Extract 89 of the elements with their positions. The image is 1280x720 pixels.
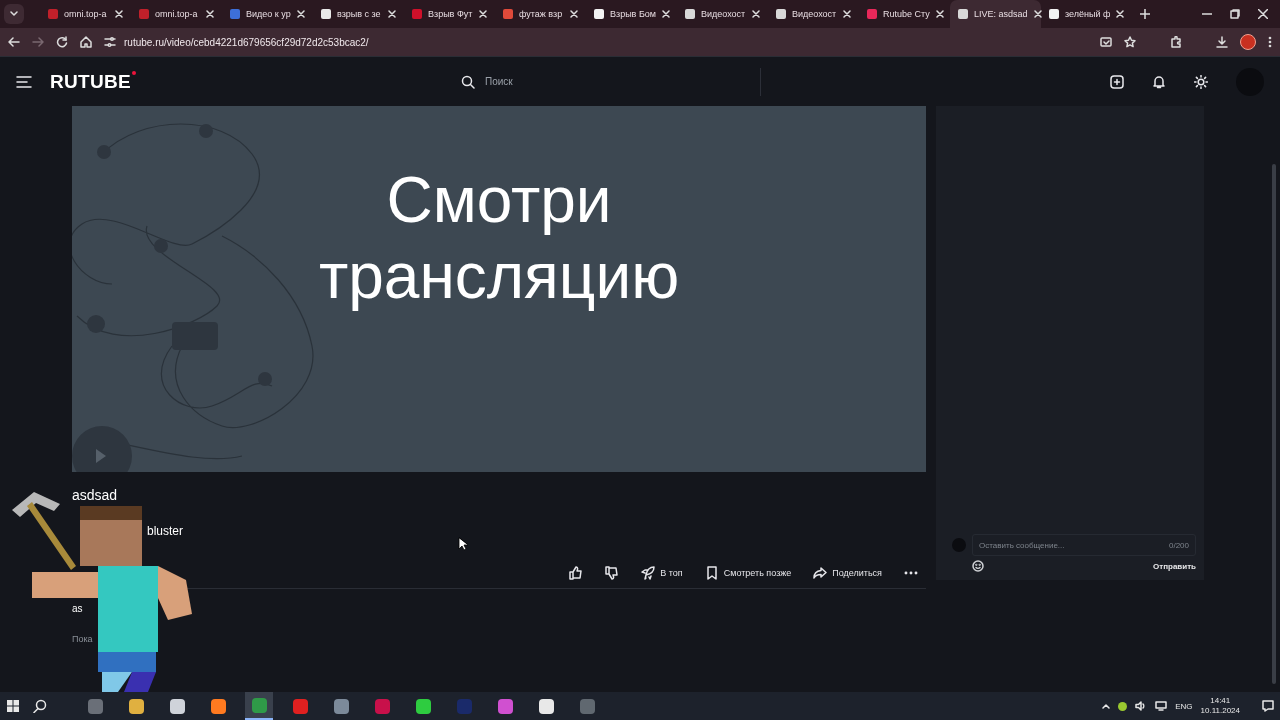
browser-tab[interactable]: зелёный ф xyxy=(1041,0,1132,28)
browser-tab[interactable]: omni.top-a xyxy=(40,0,131,28)
close-icon[interactable] xyxy=(1116,10,1125,18)
tab-search-button[interactable] xyxy=(4,4,24,24)
add-video-icon[interactable] xyxy=(1110,74,1124,89)
menu-icon[interactable] xyxy=(1268,36,1272,48)
browser-tab[interactable]: Видео к ур xyxy=(222,0,313,28)
close-icon[interactable] xyxy=(1258,9,1268,19)
close-icon[interactable] xyxy=(115,10,123,18)
chevron-up-icon[interactable] xyxy=(1102,703,1111,709)
back-icon[interactable] xyxy=(8,36,20,48)
forward-icon xyxy=(32,36,44,48)
close-icon[interactable] xyxy=(297,10,305,18)
browser-tab[interactable]: Взрыв Бом xyxy=(586,0,677,28)
action-button[interactable]: Поделиться xyxy=(813,566,882,580)
browser-tab[interactable]: Видеохост xyxy=(677,0,768,28)
tab-favicon xyxy=(230,9,240,19)
close-icon[interactable] xyxy=(388,10,396,18)
windows-start-icon[interactable] xyxy=(6,699,20,713)
search-field[interactable]: Поиск xyxy=(458,67,761,96)
video-player[interactable]: Смотри трансляцию xyxy=(72,106,926,472)
menu-icon[interactable] xyxy=(16,75,32,88)
notification-icon[interactable] xyxy=(1262,700,1274,712)
close-icon[interactable] xyxy=(570,10,578,18)
extensions-icon[interactable] xyxy=(1170,36,1182,48)
network-icon[interactable] xyxy=(1155,701,1168,711)
message-field[interactable]: Оставить сообщение... 0/200 xyxy=(972,534,1196,556)
tray-app-icon[interactable] xyxy=(1118,701,1128,711)
close-icon[interactable] xyxy=(206,10,214,18)
cast-icon[interactable] xyxy=(1100,36,1112,48)
channel-name[interactable]: bluster xyxy=(147,524,184,538)
browser-tab[interactable]: футаж взр xyxy=(495,0,586,28)
tab-favicon xyxy=(958,9,968,19)
browser-tab[interactable]: Rutube Сту xyxy=(859,0,950,28)
clock[interactable]: 14:41 10.11.2024 xyxy=(1200,696,1240,716)
close-icon[interactable] xyxy=(843,10,851,18)
tab-favicon xyxy=(412,9,422,19)
restore-icon[interactable] xyxy=(1230,9,1240,19)
bell-icon[interactable] xyxy=(1152,74,1166,89)
rocket-icon xyxy=(641,566,656,580)
share-arrow-icon xyxy=(813,566,828,580)
mouse-pointer-icon xyxy=(458,537,468,551)
dislike-icon[interactable] xyxy=(605,566,620,580)
close-icon[interactable] xyxy=(935,10,944,18)
search-icon xyxy=(460,74,475,89)
browser-tab[interactable]: omni.top-a xyxy=(131,0,222,28)
char-counter: 0/200 xyxy=(1168,540,1189,550)
send-button[interactable]: Отправить xyxy=(1153,561,1196,571)
close-icon[interactable] xyxy=(752,10,760,18)
site-info-icon[interactable] xyxy=(104,36,116,48)
home-icon[interactable] xyxy=(80,36,92,48)
download-icon[interactable] xyxy=(1216,36,1228,48)
reload-icon[interactable] xyxy=(56,36,68,48)
browser-tab[interactable]: Видеохост xyxy=(768,0,859,28)
tab-favicon xyxy=(685,9,695,19)
close-icon[interactable] xyxy=(662,10,670,18)
action-button[interactable]: Смотреть позже xyxy=(704,566,792,580)
theme-sun-icon[interactable] xyxy=(1194,74,1208,89)
tab-favicon xyxy=(503,9,513,19)
tab-favicon xyxy=(776,9,786,19)
show-more-link[interactable]: Пока xyxy=(72,634,93,644)
profile-avatar[interactable] xyxy=(1240,34,1256,50)
emoji-icon[interactable] xyxy=(972,560,984,572)
close-icon[interactable] xyxy=(479,10,487,18)
language-indicator[interactable]: ENG xyxy=(1175,701,1193,711)
close-icon[interactable] xyxy=(1033,10,1042,18)
tab-favicon xyxy=(594,9,604,19)
browser-tab[interactable]: Взрыв Фут xyxy=(404,0,495,28)
logo-dot-icon xyxy=(131,70,136,75)
tab-favicon xyxy=(1049,9,1059,19)
video-title: asdsad xyxy=(72,487,118,503)
tab-favicon xyxy=(48,9,58,19)
like-icon[interactable] xyxy=(569,566,584,580)
action-button[interactable]: В топ xyxy=(641,566,683,580)
search-icon[interactable] xyxy=(33,699,47,713)
tab-favicon xyxy=(867,9,877,19)
stream-headline: Смотри трансляцию xyxy=(317,163,681,314)
address-field[interactable]: rutube.ru/video/cebd4221d679656cf29d72d2c53bcac2/ xyxy=(124,36,369,48)
scrollbar[interactable] xyxy=(1272,164,1276,684)
browser-tab[interactable]: LIVE: asdsad xyxy=(950,0,1041,28)
chevron-down-icon xyxy=(10,11,18,17)
star-icon[interactable] xyxy=(1124,36,1136,48)
browser-tab[interactable]: взрыв с зе xyxy=(313,0,404,28)
site-logo[interactable]: RUTUBE xyxy=(50,70,131,93)
author-name: as xyxy=(72,603,83,614)
new-tab-icon[interactable] xyxy=(1140,9,1150,19)
tab-favicon xyxy=(321,9,331,19)
bookmark-icon xyxy=(704,566,719,580)
tab-favicon xyxy=(139,9,149,19)
